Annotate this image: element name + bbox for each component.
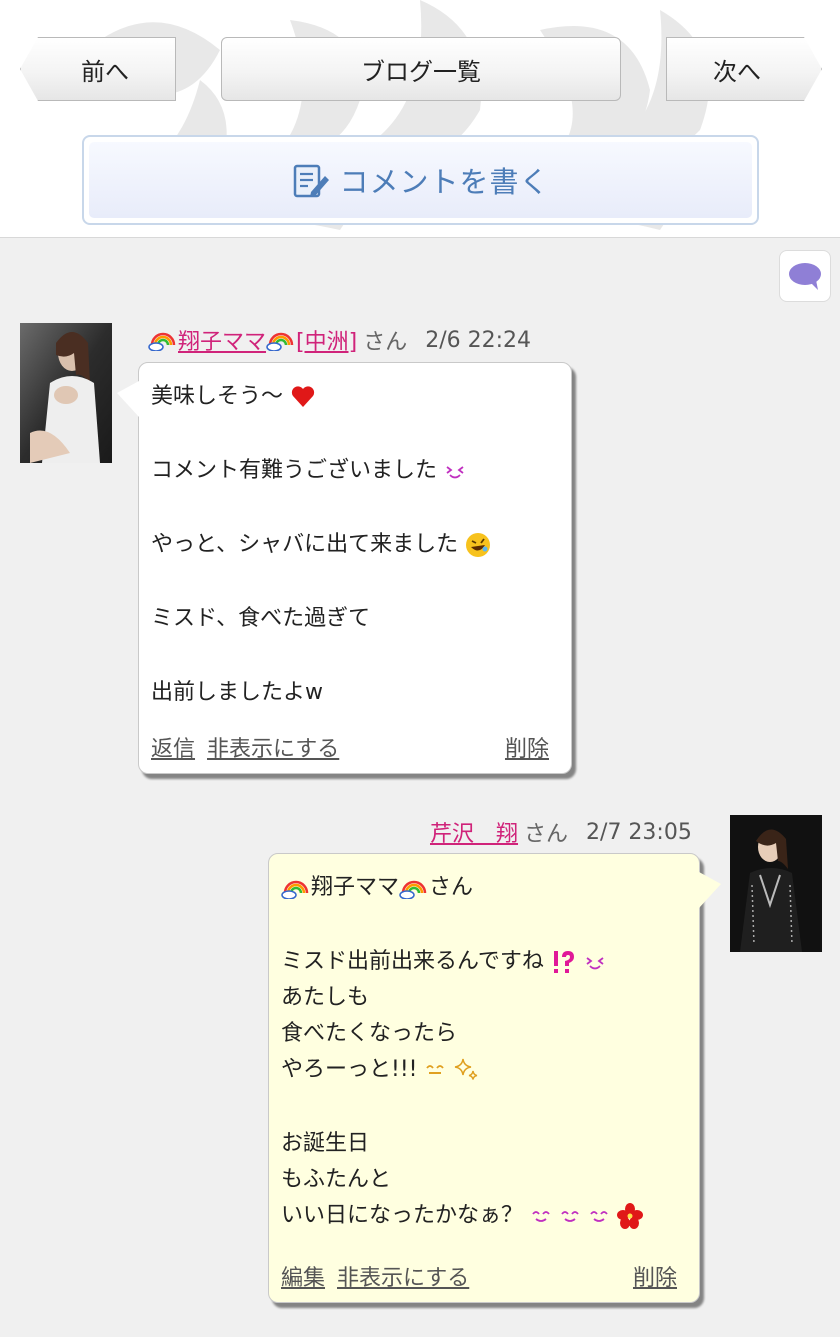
comment-1-time: 2/6 22:24 [425, 327, 532, 353]
comment-1-san: さん [363, 330, 408, 355]
interrobang-icon [553, 951, 574, 973]
grin-face-icon [446, 466, 464, 479]
next-button-label: 次へ [713, 57, 761, 86]
comment-line: ミスド出前出来るんですね [281, 944, 687, 980]
comment-line: ミスド、食べた過ぎて [151, 606, 371, 631]
bubble-tail [699, 872, 721, 908]
comment-2-meta: 芹沢 翔 さん 2/7 23:05 [430, 815, 692, 849]
comment-2-actions: 編集 非表示にする 削除 [281, 1260, 677, 1292]
avatar-serizawa[interactable] [730, 815, 822, 952]
prev-button[interactable]: 前へ [20, 37, 176, 101]
avatar-photo [730, 815, 822, 952]
write-comment-button[interactable]: コメントを書く [82, 135, 759, 225]
speech-bubble-icon [789, 263, 821, 290]
comment-line: あたしも [281, 985, 370, 1010]
smile-face-icon [426, 1065, 445, 1074]
rainbow-cloud-icon [148, 332, 176, 351]
grin-face-icon [586, 957, 604, 970]
comment-1-location[interactable]: [中洲] [296, 324, 357, 356]
comment-line: 食べたくなったら [281, 1021, 458, 1046]
comment-line: やっと、シャバに出て来ました [151, 527, 559, 563]
comment-line: 美味しそう〜 [151, 379, 559, 415]
rofl-face-icon [466, 533, 491, 557]
sparkle-icon [455, 1058, 478, 1080]
comment-line: 出前しましたよw [151, 680, 323, 705]
pencil-note-icon [294, 164, 330, 198]
avatar-photo [20, 323, 112, 463]
rainbow-cloud-icon [399, 880, 427, 899]
comment-1-body: 美味しそう〜 コメント有難うございました やっと、シャバに出て来ました ミスド、… [139, 363, 571, 711]
smile-face-icon [532, 1211, 550, 1222]
comment-2-time: 2/7 23:05 [586, 819, 692, 845]
delete-link[interactable]: 削除 [505, 731, 549, 763]
comment-bubble-button[interactable] [779, 250, 831, 302]
edit-link[interactable]: 編集 [281, 1260, 325, 1292]
comment-2-bubble: 翔子ママ さん ミスド出前出来るんですね あたしも 食べたくなったら やろーっと… [268, 853, 721, 1303]
rainbow-cloud-icon [266, 332, 294, 351]
comment-line: やろーっと!!! [281, 1052, 687, 1088]
blog-list-button-label: ブログ一覧 [361, 57, 481, 86]
prev-button-label: 前へ [81, 57, 129, 86]
comment-2-username[interactable]: 芹沢 翔 [430, 816, 518, 848]
hibiscus-icon [617, 1203, 644, 1229]
heart-icon [291, 386, 315, 407]
next-button[interactable]: 次へ [666, 37, 822, 101]
reply-link[interactable]: 返信 [151, 731, 195, 763]
blog-list-button[interactable]: ブログ一覧 [221, 37, 621, 101]
comment-1-bubble: 美味しそう〜 コメント有難うございました やっと、シャバに出て来ました ミスド、… [117, 362, 572, 774]
write-comment-label: コメントを書く [339, 165, 550, 199]
avatar-shoko[interactable] [20, 323, 112, 463]
comment-2-body: 翔子ママ さん ミスド出前出来るんですね あたしも 食べたくなったら やろーっと… [269, 854, 699, 1234]
smile-face-icon [561, 1211, 579, 1222]
comment-line: お誕生日 [281, 1131, 370, 1156]
comment-line: もふたんと [281, 1167, 392, 1192]
delete-link[interactable]: 削除 [633, 1260, 677, 1292]
comment-line: いい日になったかなぁ？ [281, 1198, 687, 1234]
header: 前へ ブログ一覧 次へ コメントを書く [0, 0, 840, 238]
smile-face-icon [590, 1211, 608, 1222]
comment-1-username[interactable]: 翔子ママ [178, 324, 266, 356]
rainbow-cloud-icon [281, 880, 309, 899]
comment-line: 翔子ママ さん [281, 870, 687, 906]
comment-line: コメント有難うございました [151, 453, 559, 489]
hide-link[interactable]: 非表示にする [337, 1260, 469, 1292]
comment-1-actions: 返信 非表示にする 削除 [151, 731, 549, 763]
comment-2-san: さん [524, 822, 569, 847]
bubble-tail [117, 381, 139, 417]
write-comment-inner: コメントを書く [89, 142, 752, 218]
comment-1-meta: 翔子ママ [中洲] さん 2/6 22:24 [148, 323, 531, 357]
hide-link[interactable]: 非表示にする [207, 731, 339, 763]
